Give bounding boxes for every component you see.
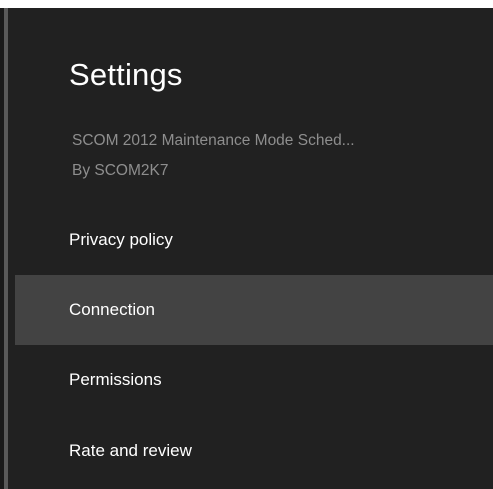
settings-item-permissions[interactable]: Permissions (15, 345, 493, 415)
settings-item-privacy-policy[interactable]: Privacy policy (15, 205, 493, 275)
app-name: SCOM 2012 Maintenance Mode Sched... (72, 132, 355, 149)
app-author: By SCOM2K7 (72, 162, 169, 179)
settings-item-rate-and-review[interactable]: Rate and review (15, 416, 493, 486)
settings-item-label: Permissions (69, 370, 162, 389)
settings-title: Settings (69, 57, 183, 92)
settings-window: Settings SCOM 2012 Maintenance Mode Sche… (0, 0, 493, 489)
settings-item-label: Rate and review (69, 441, 192, 460)
settings-item-label: Connection (69, 300, 156, 319)
settings-item-connection[interactable]: Connection (15, 275, 493, 345)
settings-pane: Settings SCOM 2012 Maintenance Mode Sche… (8, 8, 493, 489)
settings-item-label: Privacy policy (69, 230, 173, 249)
